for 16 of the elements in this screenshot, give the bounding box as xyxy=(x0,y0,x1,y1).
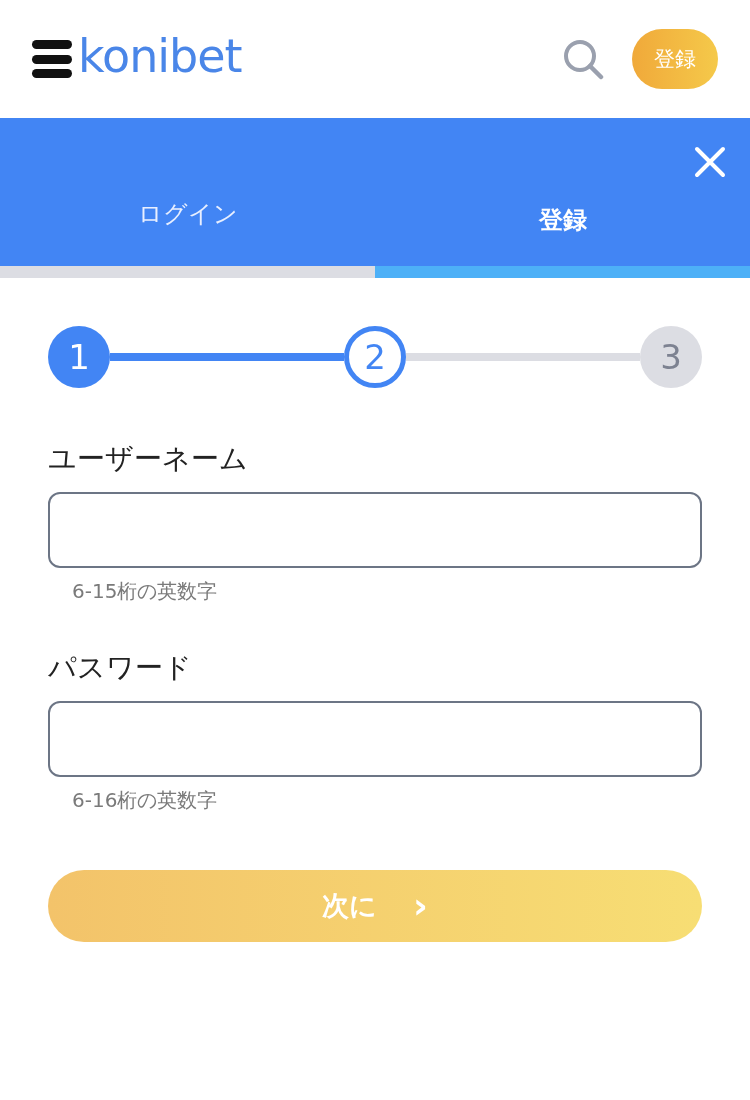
step-circle: 2 xyxy=(344,326,406,388)
field-label: パスワード xyxy=(48,650,193,686)
tab[interactable]: 登録 xyxy=(375,178,750,278)
field-label: ユーザーネーム xyxy=(48,441,249,477)
search-icon[interactable] xyxy=(562,38,604,80)
register-button[interactable]: 登録 xyxy=(632,29,718,89)
menu-icon[interactable] xyxy=(32,40,72,78)
step-circle: 1 xyxy=(48,326,110,388)
close-icon[interactable] xyxy=(694,146,726,178)
logo[interactable]: konibet xyxy=(78,33,242,79)
field-hint: 6-16桁の英数字 xyxy=(72,787,219,814)
input-field[interactable] xyxy=(48,701,702,777)
step-circle: 3 xyxy=(640,326,702,388)
input-field[interactable] xyxy=(48,492,702,568)
tab[interactable]: ログイン xyxy=(0,178,375,278)
field-hint: 6-15桁の英数字 xyxy=(72,578,219,605)
